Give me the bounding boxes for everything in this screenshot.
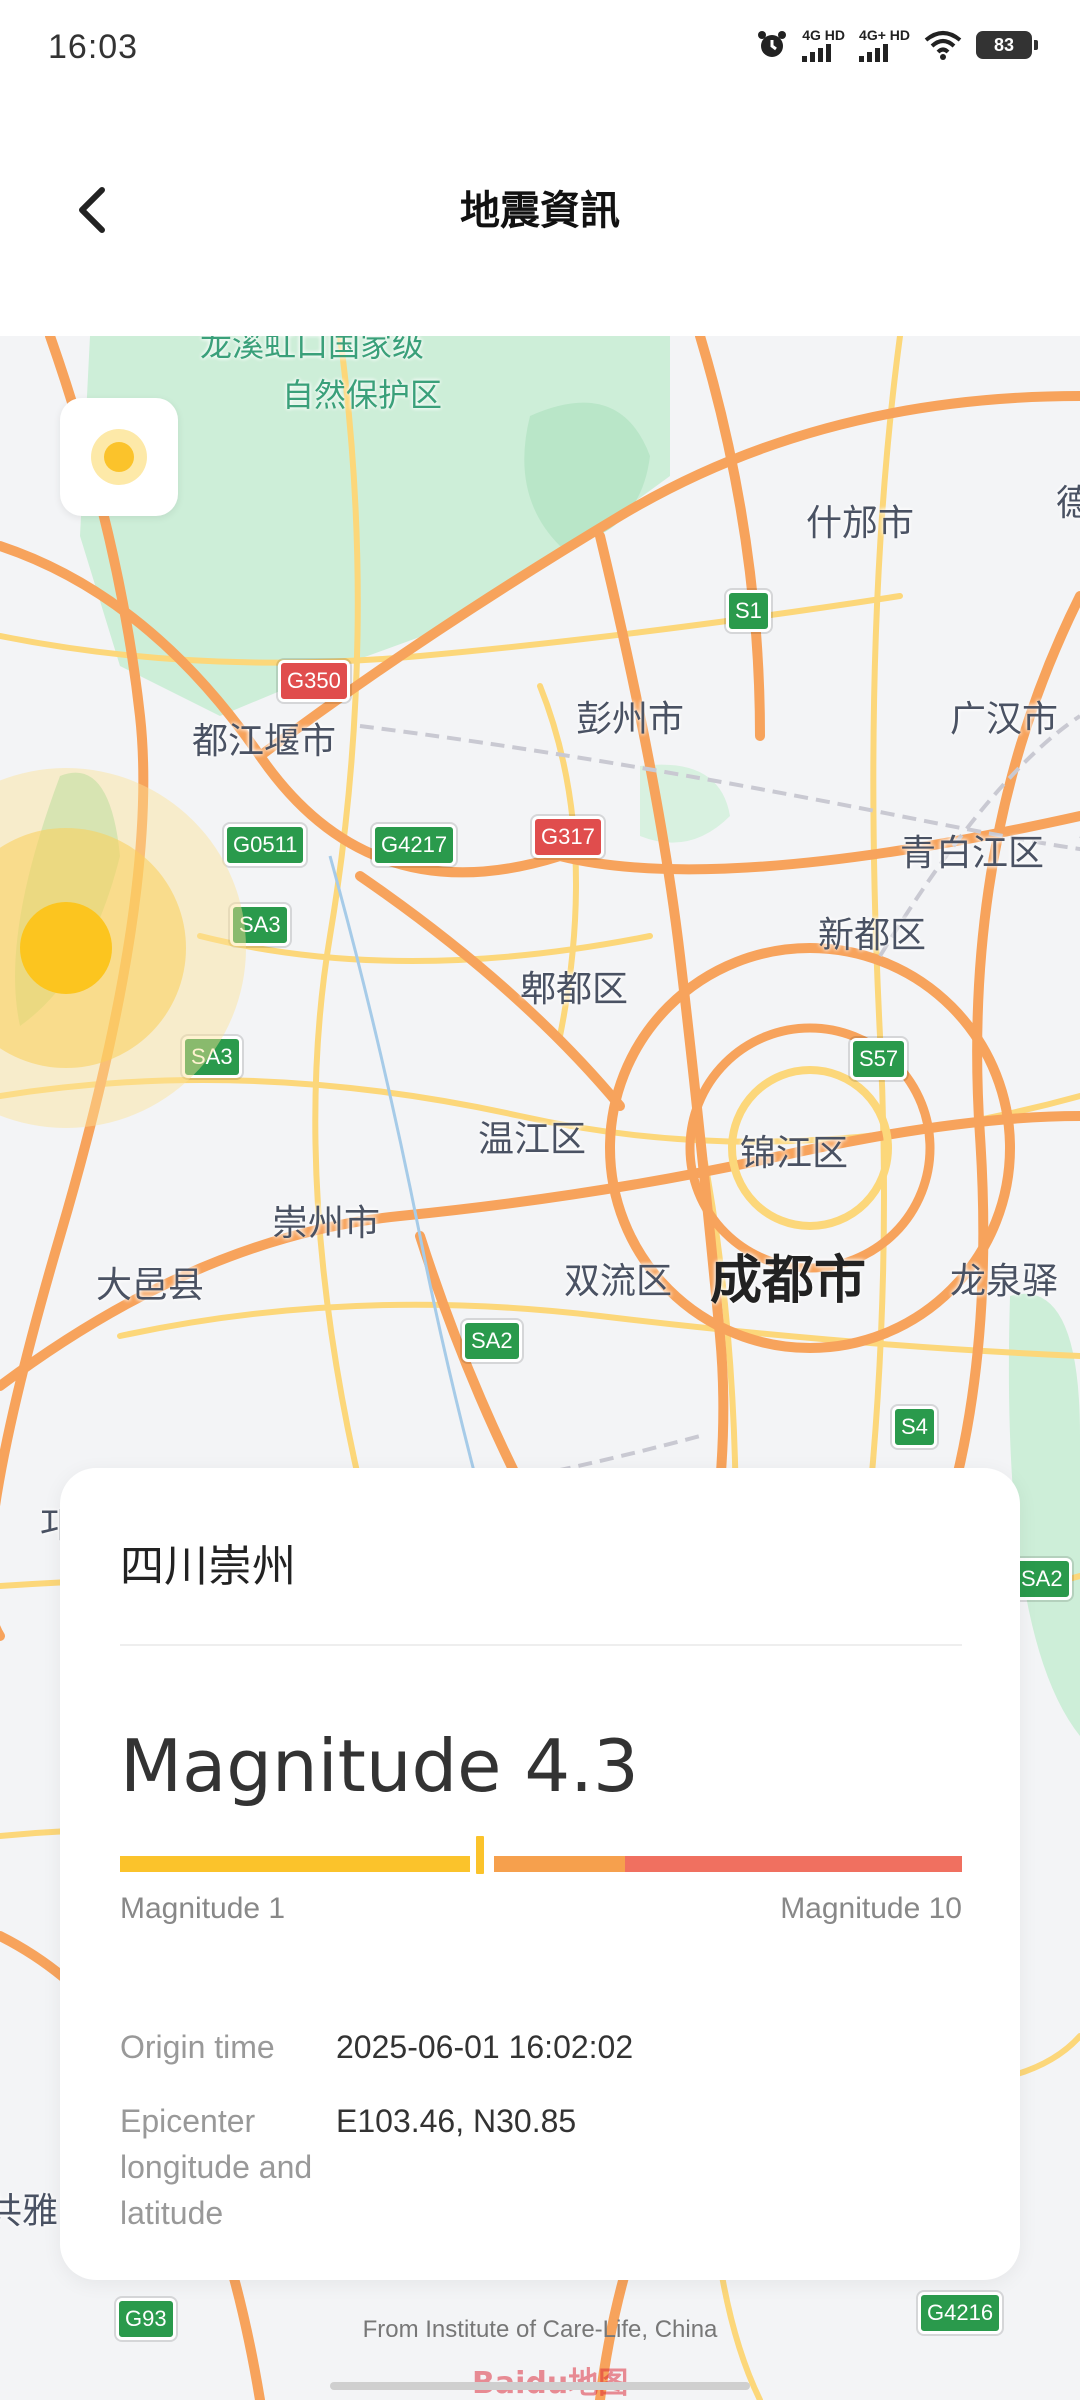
sim2-label: 4G+ HD [859, 27, 910, 43]
map-label: 龙溪虹口国家级 [200, 336, 425, 364]
wifi-icon [924, 31, 962, 60]
baidu-map-logo: Baidu地图 [472, 2358, 628, 2400]
header: 地震資訊 [0, 100, 1080, 336]
map-label: 成都市 [710, 1251, 867, 1311]
park-area [524, 402, 650, 546]
map-label: 郫都区 [520, 969, 629, 1010]
map-label: 崇州市 [272, 1203, 381, 1244]
scale-segment-low [120, 1856, 470, 1872]
status-time: 16:03 [48, 28, 139, 66]
scale-max-label: Magnitude 10 [780, 1892, 962, 1925]
map-label: 德 [1056, 483, 1080, 524]
signal-icon: 4G HD [802, 28, 845, 62]
road-shield: SA2 [1012, 1558, 1072, 1600]
earthquake-info-card: 四川崇州 Magnitude 4.3 Magnitude 1 Magnitude… [60, 1468, 1020, 2280]
magnitude-label: Magnitude [120, 1724, 502, 1808]
road-shield: S1 [726, 590, 771, 632]
magnitude-marker [474, 1834, 486, 1876]
map-label: 温江区 [478, 1119, 587, 1160]
scale-segment-mid [494, 1856, 625, 1872]
intensity-legend-button[interactable] [60, 398, 178, 516]
map-label: 大邑县 [96, 1265, 205, 1306]
magnitude-heading: Magnitude 4.3 [120, 1724, 639, 1808]
status-bar: 16:03 4G HD 4G+ HD 83 [0, 0, 1080, 100]
map-label: 广汉市 [950, 699, 1059, 740]
road-shield: SA2 [462, 1320, 522, 1362]
map-label: 青白江区 [900, 833, 1045, 874]
road-shield: G0511 [224, 824, 307, 866]
epicenter-ring [0, 828, 186, 1068]
map-label: 什邡市 [806, 503, 915, 544]
road-shield: S4 [892, 1406, 937, 1448]
scale-min-label: Magnitude 1 [120, 1892, 286, 1925]
alarm-icon [758, 31, 787, 57]
epicenter-legend-icon [91, 429, 147, 485]
road-shield: G317 [532, 816, 604, 858]
map-label: 新都区 [818, 915, 927, 956]
road-shield: S57 [850, 1038, 908, 1080]
map-label: 双流区 [564, 1261, 673, 1302]
battery-level: 83 [993, 34, 1015, 55]
magnitude-value: 4.3 [524, 1724, 639, 1808]
origin-time-value: 2025-06-01 16:02:02 [336, 2029, 634, 2065]
epicenter-value: E103.46, N30.85 [336, 2103, 577, 2139]
epicenter-label: Epicenter longitude and latitude [120, 2103, 313, 2231]
status-icons: 4G HD 4G+ HD 83 [756, 28, 1038, 62]
battery-icon: 83 [976, 31, 1038, 59]
scale-segment-high [625, 1856, 962, 1872]
data-source-note: From Institute of Care-Life, China [362, 2316, 718, 2343]
map-label: 自然保护区 [282, 376, 443, 414]
map-label: 锦江区 [740, 1133, 849, 1174]
map-label: 都江堰市 [192, 721, 337, 762]
page-title: 地震資訊 [460, 188, 620, 234]
home-indicator[interactable] [330, 2382, 750, 2390]
location-title: 四川崇州 [120, 1541, 296, 1592]
epicenter-dot [20, 902, 112, 994]
divider [120, 1644, 962, 1646]
map-label: 彭州市 [576, 699, 685, 740]
magnitude-scale [120, 1834, 962, 1876]
signal-icon: 4G+ HD [859, 28, 910, 62]
road-shield: G4217 [372, 824, 457, 866]
sim1-label: 4G HD [802, 27, 846, 43]
map-label: 共雅 [0, 2191, 59, 2232]
origin-time-label: Origin time [120, 2029, 275, 2065]
map-label: 龙泉驿 [950, 1261, 1059, 1302]
road-shield: G350 [278, 660, 350, 702]
